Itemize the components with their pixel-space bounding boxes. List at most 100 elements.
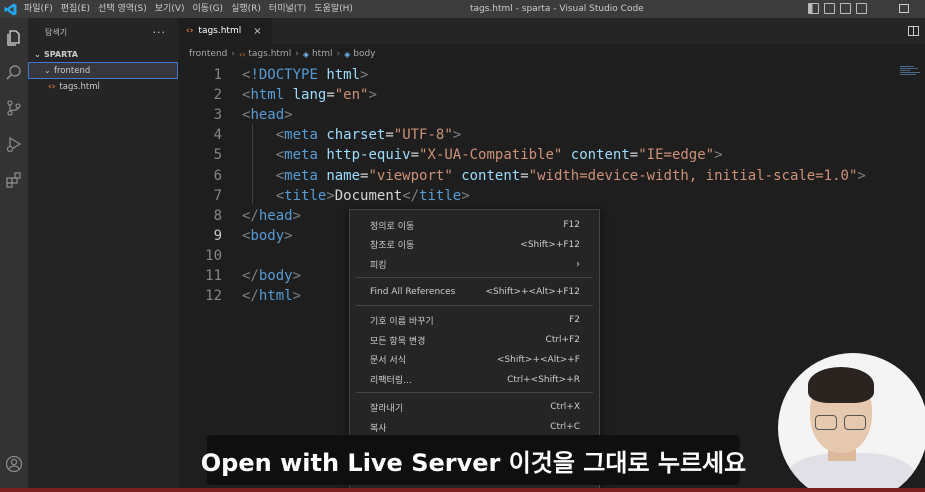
code-token: > <box>461 187 470 204</box>
menu-item-shortcut: Ctrl+C <box>550 422 580 433</box>
code-line[interactable]: 5 <meta http-equiv="X-UA-Compatible" con… <box>178 145 723 165</box>
tree-file-tags-html[interactable]: ‹› tags.html <box>28 79 178 95</box>
menu-item-label: 잘라내기 <box>370 403 404 414</box>
menu-item-label: 기호 이름 바꾸기 <box>370 316 434 327</box>
menu-separator <box>356 392 593 394</box>
menu-item[interactable]: 보기(V) <box>151 0 189 18</box>
code-text: </html> <box>242 288 301 304</box>
activity-bar <box>0 18 28 492</box>
line-number: 1 <box>213 67 222 83</box>
tree-folder-frontend[interactable]: ⌄ frontend <box>28 62 178 79</box>
code-line[interactable]: 12 </html> <box>178 286 301 306</box>
element-icon: ◈ <box>302 49 309 59</box>
code-token: body <box>258 268 293 284</box>
code-token: Document <box>334 187 403 204</box>
code-token: meta <box>284 167 318 184</box>
code-text: <meta name="viewport" content="width=dev… <box>242 168 866 184</box>
breadcrumb-file[interactable]: tags.html <box>248 49 291 59</box>
code-line[interactable]: 6 <meta name="viewport" content="width=d… <box>178 166 866 186</box>
context-menu-item[interactable]: 문서 서식 <Shift>+<Alt>+F <box>350 350 599 370</box>
code-line[interactable]: 7 <title>Document</title> <box>178 186 470 206</box>
context-menu-item[interactable]: 모든 항목 변경 Ctrl+F2 <box>350 330 599 350</box>
menu-item[interactable]: 선택 영역(S) <box>94 0 151 18</box>
line-number: 8 <box>213 207 222 224</box>
code-token: html <box>258 288 293 305</box>
code-token: meta <box>284 147 318 164</box>
account-icon[interactable] <box>4 454 24 474</box>
code-token: = <box>385 127 394 144</box>
sidebar-header: 탐색기 ··· <box>28 18 178 46</box>
restore-window-button[interactable] <box>899 4 909 13</box>
menu-item[interactable]: 도움말(H) <box>310 0 357 18</box>
code-text: <meta charset="UTF-8"> <box>242 127 462 144</box>
menu-item-shortcut: Ctrl+<Shift>+R <box>507 374 580 385</box>
sidebar-title: 탐색기 <box>45 27 68 37</box>
toggle-panel-icon[interactable] <box>824 3 835 14</box>
code-token: > <box>292 268 302 284</box>
breadcrumb-separator: › <box>231 49 235 59</box>
code-token: </ <box>242 288 259 305</box>
context-menu-item[interactable]: 리팩터링... Ctrl+<Shift>+R <box>350 370 599 390</box>
tab-tags-html[interactable]: ‹› tags.html × <box>178 18 272 44</box>
code-token: head <box>258 207 293 224</box>
menu-item[interactable]: 터미널(T) <box>265 0 310 18</box>
minimap[interactable] <box>900 66 922 80</box>
run-debug-icon[interactable] <box>4 134 24 154</box>
code-token: content <box>570 147 630 164</box>
source-control-icon[interactable] <box>4 98 24 118</box>
code-token: > <box>284 107 293 124</box>
workspace-root[interactable]: ⌄ SPARTA <box>28 46 178 62</box>
breadcrumb-html[interactable]: html <box>312 49 333 59</box>
menu-item[interactable]: 편집(E) <box>57 0 94 18</box>
context-menu-item[interactable]: 피킹 › <box>350 255 599 275</box>
code-text: </body> <box>242 268 301 284</box>
explorer-icon[interactable] <box>4 28 24 48</box>
code-line[interactable]: 4 <meta charset="UTF-8"> <box>178 125 462 145</box>
html-file-icon: ‹› <box>238 49 246 59</box>
code-text: <body> <box>242 228 293 244</box>
context-menu-item[interactable]: Find All References <Shift>+<Alt>+F12 <box>350 282 599 302</box>
code-line[interactable]: 10 <box>178 246 222 266</box>
code-token: < <box>275 147 285 164</box>
menu-item-label: 모든 항목 변경 <box>370 336 426 347</box>
code-text: </head> <box>242 208 301 224</box>
code-line[interactable]: 1 <!DOCTYPE html> <box>178 65 369 85</box>
close-icon[interactable]: × <box>253 26 261 37</box>
context-menu-item[interactable]: 참조로 이동 <Shift>+F12 <box>350 235 599 255</box>
toggle-secondary-sidebar-icon[interactable] <box>840 3 851 14</box>
code-line[interactable]: 8 </head> <box>178 206 301 226</box>
code-line[interactable]: 11 </body> <box>178 266 301 286</box>
code-line[interactable]: 9 <body> <box>178 226 293 246</box>
customize-layout-icon[interactable] <box>856 3 867 14</box>
breadcrumb-folder[interactable]: frontend <box>189 49 227 59</box>
menu-item[interactable]: 이동(G) <box>189 0 228 18</box>
code-token: "IE=edge" <box>638 147 715 164</box>
code-token: html <box>250 87 285 104</box>
context-menu-item[interactable]: 기호 이름 바꾸기 F2 <box>350 310 599 330</box>
menu-item[interactable]: 실행(R) <box>227 0 265 18</box>
menu-item[interactable]: 파일(F) <box>20 0 57 18</box>
code-text: <meta http-equiv="X-UA-Compatible" conte… <box>242 147 723 163</box>
toggle-sidebar-icon[interactable] <box>808 3 819 14</box>
code-token: "width=device-width, initial-scale=1.0" <box>528 167 858 184</box>
context-menu-item[interactable]: 잘라내기 Ctrl+X <box>350 397 599 417</box>
context-menu-item[interactable]: 정의로 이동 F12 <box>350 215 599 235</box>
extensions-icon[interactable] <box>4 170 24 190</box>
breadcrumb-body[interactable]: body <box>353 49 375 59</box>
search-icon[interactable] <box>4 63 24 83</box>
code-line[interactable]: 3 <head> <box>178 105 293 125</box>
workspace-label: SPARTA <box>44 49 78 59</box>
code-token: > <box>368 87 377 104</box>
line-number: 4 <box>213 127 222 144</box>
explorer-sidebar: 탐색기 ··· ⌄ SPARTA ⌄ frontend ‹› tags.html <box>28 18 178 492</box>
code-token: html <box>326 67 361 83</box>
code-token: lang <box>292 87 327 104</box>
html-file-icon: ‹› <box>48 82 56 92</box>
more-actions-icon[interactable]: ··· <box>153 26 167 39</box>
menu-item-shortcut: <Shift>+<Alt>+F12 <box>485 287 580 298</box>
split-editor-icon[interactable] <box>908 26 919 36</box>
code-line[interactable]: 2 <html lang="en"> <box>178 85 377 105</box>
